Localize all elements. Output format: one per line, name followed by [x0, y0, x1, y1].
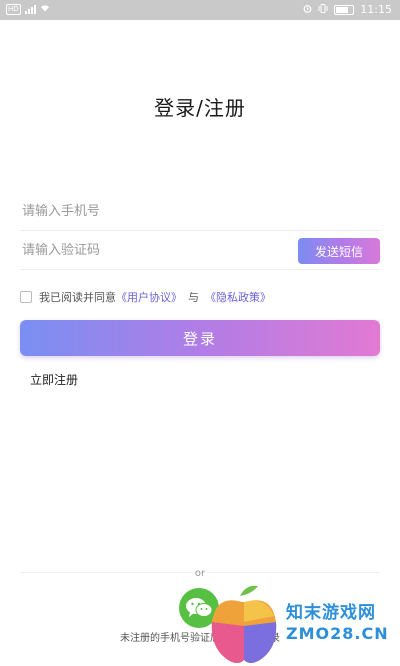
vibrate-icon: [318, 3, 328, 16]
phone-field: [20, 192, 380, 231]
wifi-icon: [40, 4, 50, 15]
agreement-checkbox[interactable]: [20, 291, 32, 303]
agreement-row: 我已阅读并同意 《用户协议》 与 《隐私政策》: [20, 289, 271, 305]
agreement-prefix: 我已阅读并同意: [39, 291, 116, 304]
signal-icon: [24, 5, 36, 14]
page-title: 登录/注册: [154, 96, 246, 120]
status-left: HD: [6, 4, 50, 15]
watermark: 知末游戏网 ZMO28.CN: [206, 582, 400, 666]
phone-input[interactable]: [20, 192, 274, 230]
status-time: 11:15: [360, 3, 392, 16]
or-label: or: [194, 568, 206, 579]
login-button[interactable]: 登录: [20, 320, 380, 356]
network-badge: HD: [6, 4, 21, 15]
verification-code-input[interactable]: [20, 231, 274, 269]
agreement-conjunction: 与: [188, 291, 199, 304]
alarm-icon: [303, 4, 312, 16]
user-agreement-link[interactable]: 《用户协议》: [116, 289, 182, 305]
privacy-policy-link[interactable]: 《隐私政策》: [205, 289, 271, 305]
send-sms-button[interactable]: 发送短信: [298, 238, 380, 264]
status-right: 11:15: [303, 3, 392, 16]
watermark-text-cn: 知末游戏网: [286, 603, 376, 623]
verification-code-field: 发送短信: [20, 231, 380, 270]
status-bar: HD 11:15: [0, 0, 400, 20]
watermark-logo-icon: [211, 585, 277, 663]
battery-icon: [334, 4, 355, 15]
register-link[interactable]: 立即注册: [30, 371, 78, 388]
watermark-text-domain: ZMO28.CN: [286, 624, 389, 643]
